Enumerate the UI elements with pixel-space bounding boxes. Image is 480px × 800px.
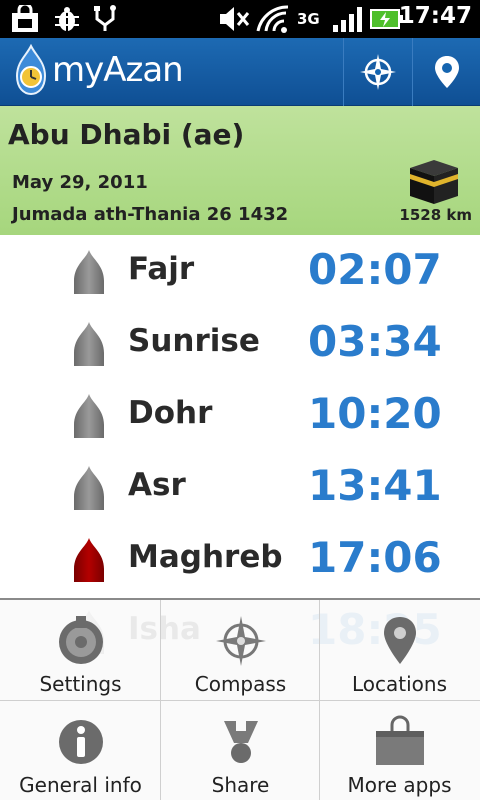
- menu-item-label: Locations: [351, 672, 447, 696]
- status-bar: 3G 17:47: [0, 0, 480, 38]
- menu-item-general-info[interactable]: General info: [1, 701, 160, 800]
- mosque-dome-icon: [74, 322, 104, 366]
- wifi-icon: [256, 5, 289, 33]
- hijri-date: Jumada ath-Thania 26 1432: [12, 204, 289, 225]
- menu-item-label: Compass: [194, 672, 287, 696]
- menu-item-label: Settings: [39, 672, 122, 696]
- prayer-row-fajr: Fajr 02:07: [0, 235, 480, 307]
- shopping-bag-notification-icon: [12, 5, 38, 32]
- prayer-name: Asr: [128, 467, 186, 503]
- network-type: 3G: [297, 10, 320, 28]
- location-pin-icon: [383, 617, 416, 664]
- status-clock: 17:47: [398, 3, 472, 29]
- prayer-time: 10:20: [308, 389, 442, 438]
- mosque-dome-icon: [74, 394, 104, 438]
- menu-item-label: Share: [211, 773, 270, 797]
- share-icon: [223, 721, 258, 763]
- prayer-time: 17:06: [308, 533, 442, 582]
- compass-icon: [360, 54, 396, 90]
- prayer-row-dohr: Dohr 10:20: [0, 379, 480, 451]
- location-header: Abu Dhabi (ae) May 29, 2011 Jumada ath-T…: [0, 106, 480, 235]
- prayer-row-sunrise: Sunrise 03:34: [0, 307, 480, 379]
- app-title: myAzan: [52, 50, 184, 90]
- usb-notification-icon: [94, 5, 116, 31]
- prayer-name: Fajr: [128, 251, 195, 287]
- menu-item-share[interactable]: Share: [161, 701, 320, 800]
- app-logo-icon: [15, 44, 47, 96]
- mosque-dome-icon: [74, 538, 104, 582]
- info-icon: [58, 720, 103, 764]
- location-pin-icon: [435, 56, 459, 88]
- location-button[interactable]: [413, 38, 480, 106]
- bug-notification-icon: [55, 7, 79, 31]
- menu-item-locations[interactable]: Locations: [320, 600, 479, 700]
- prayer-time: 13:41: [308, 461, 442, 510]
- prayer-row-asr: Asr 13:41: [0, 451, 480, 523]
- menu-item-more-apps[interactable]: More apps: [320, 701, 479, 800]
- menu-item-compass[interactable]: Compass: [161, 600, 320, 700]
- prayer-time: 03:34: [308, 317, 442, 366]
- prayer-row-maghreb: Maghreb 17:06: [0, 523, 480, 595]
- options-menu: Settings Compass Locations General info …: [0, 598, 480, 800]
- action-bar: myAzan: [0, 38, 480, 106]
- prayer-name: Maghreb: [128, 539, 283, 575]
- prayer-name: Dohr: [128, 395, 213, 431]
- mosque-dome-icon: [74, 466, 104, 510]
- prayer-name: Sunrise: [128, 323, 260, 359]
- city-name: Abu Dhabi (ae): [8, 118, 245, 151]
- signal-icon: [333, 7, 362, 32]
- shopping-bag-icon: [375, 715, 424, 765]
- settings-icon: [58, 616, 103, 664]
- menu-item-label: General info: [19, 773, 142, 797]
- menu-grid: Settings Compass Locations General info …: [0, 600, 480, 800]
- mosque-dome-icon: [74, 250, 104, 294]
- menu-item-settings[interactable]: Settings: [1, 600, 160, 700]
- compass-button[interactable]: [344, 38, 412, 106]
- prayer-time: 02:07: [308, 245, 442, 294]
- kaaba-icon: [410, 160, 458, 204]
- compass-icon: [215, 616, 266, 666]
- mute-icon: [220, 7, 250, 31]
- distance-to-mecca: 1528 km: [399, 206, 472, 224]
- menu-item-label: More apps: [347, 773, 452, 797]
- gregorian-date: May 29, 2011: [12, 172, 148, 193]
